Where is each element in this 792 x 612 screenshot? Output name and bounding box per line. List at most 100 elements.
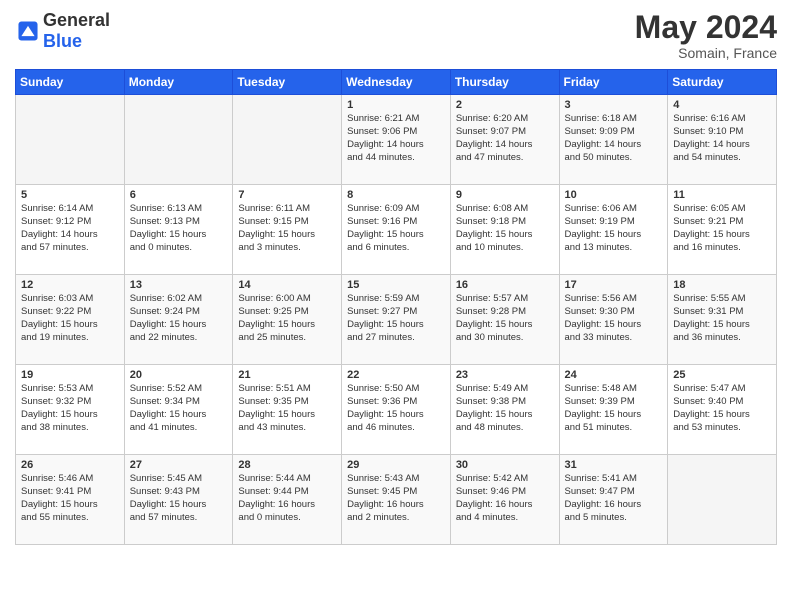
col-header-tuesday: Tuesday — [233, 70, 342, 95]
day-number: 26 — [21, 459, 119, 471]
calendar-cell: 28 Sunrise: 5:44 AM Sunset: 9:44 PM Dayli… — [233, 455, 342, 545]
day-content: Sunrise: 6:06 AM Sunset: 9:19 PM Dayligh… — [565, 203, 663, 254]
day-content: Sunrise: 6:16 AM Sunset: 9:10 PM Dayligh… — [673, 113, 771, 164]
calendar-cell: 1 Sunrise: 6:21 AM Sunset: 9:06 PM Daylig… — [342, 95, 451, 185]
day-number: 13 — [130, 279, 228, 291]
calendar-cell: 14Sunrise: 6:00 AM Sunset: 9:25 PM Dayli… — [233, 275, 342, 365]
calendar-cell: 11 Sunrise: 6:05 AM Sunset: 9:21 PM Dayli… — [668, 185, 777, 275]
day-content: Sunrise: 5:52 AM Sunset: 9:34 PM Dayligh… — [130, 383, 228, 434]
logo-blue: Blue — [43, 31, 110, 52]
day-number: 25 — [673, 369, 771, 381]
col-header-saturday: Saturday — [668, 70, 777, 95]
day-content: Sunrise: 5:48 AM Sunset: 9:39 PM Dayligh… — [565, 383, 663, 434]
day-content: Sunrise: 6:11 AM Sunset: 9:15 PM Dayligh… — [238, 203, 336, 254]
calendar-cell: 6 Sunrise: 6:13 AM Sunset: 9:13 PM Daylig… — [124, 185, 233, 275]
header-row: SundayMondayTuesdayWednesdayThursdayFrid… — [16, 70, 777, 95]
day-number: 9 — [456, 189, 554, 201]
calendar-cell: 25 Sunrise: 5:47 AM Sunset: 9:40 PM Dayli… — [668, 365, 777, 455]
day-number: 29 — [347, 459, 445, 471]
calendar-cell: 12 Sunrise: 6:03 AM Sunset: 9:22 PM Dayli… — [16, 275, 125, 365]
calendar-cell: 19Sunrise: 5:53 AM Sunset: 9:32 PM Dayli… — [16, 365, 125, 455]
day-number: 28 — [238, 459, 336, 471]
day-number: 4 — [673, 99, 771, 111]
day-content: Sunrise: 5:44 AM Sunset: 9:44 PM Dayligh… — [238, 473, 336, 524]
calendar-cell: 30Sunrise: 5:42 AM Sunset: 9:46 PM Dayli… — [450, 455, 559, 545]
day-content: Sunrise: 5:51 AM Sunset: 9:35 PM Dayligh… — [238, 383, 336, 434]
col-header-friday: Friday — [559, 70, 668, 95]
calendar-cell: 21 Sunrise: 5:51 AM Sunset: 9:35 PM Dayli… — [233, 365, 342, 455]
calendar-cell: 24 Sunrise: 5:48 AM Sunset: 9:39 PM Dayli… — [559, 365, 668, 455]
day-content: Sunrise: 5:42 AM Sunset: 9:46 PM Dayligh… — [456, 473, 554, 524]
day-number: 22 — [347, 369, 445, 381]
calendar-cell: 15Sunrise: 5:59 AM Sunset: 9:27 PM Dayli… — [342, 275, 451, 365]
calendar-cell: 20 Sunrise: 5:52 AM Sunset: 9:34 PM Dayli… — [124, 365, 233, 455]
calendar-cell — [668, 455, 777, 545]
day-number: 24 — [565, 369, 663, 381]
day-content: Sunrise: 6:21 AM Sunset: 9:06 PM Dayligh… — [347, 113, 445, 164]
calendar-cell: 27 Sunrise: 5:45 AM Sunset: 9:43 PM Dayli… — [124, 455, 233, 545]
calendar-cell: 31Sunrise: 5:41 AM Sunset: 9:47 PM Dayli… — [559, 455, 668, 545]
calendar-cell: 22 Sunrise: 5:50 AM Sunset: 9:36 PM Dayli… — [342, 365, 451, 455]
calendar-cell: 3Sunrise: 6:18 AM Sunset: 9:09 PM Daylig… — [559, 95, 668, 185]
calendar-cell: 26 Sunrise: 5:46 AM Sunset: 9:41 PM Dayli… — [16, 455, 125, 545]
day-number: 10 — [565, 189, 663, 201]
day-number: 6 — [130, 189, 228, 201]
day-content: Sunrise: 5:45 AM Sunset: 9:43 PM Dayligh… — [130, 473, 228, 524]
logo-icon — [17, 20, 39, 42]
col-header-monday: Monday — [124, 70, 233, 95]
day-number: 17 — [565, 279, 663, 291]
calendar-cell: 13 Sunrise: 6:02 AM Sunset: 9:24 PM Dayli… — [124, 275, 233, 365]
day-content: Sunrise: 5:46 AM Sunset: 9:41 PM Dayligh… — [21, 473, 119, 524]
calendar-cell: 18Sunrise: 5:55 AM Sunset: 9:31 PM Dayli… — [668, 275, 777, 365]
day-number: 5 — [21, 189, 119, 201]
day-content: Sunrise: 6:20 AM Sunset: 9:07 PM Dayligh… — [456, 113, 554, 164]
day-number: 2 — [456, 99, 554, 111]
day-content: Sunrise: 5:43 AM Sunset: 9:45 PM Dayligh… — [347, 473, 445, 524]
col-header-sunday: Sunday — [16, 70, 125, 95]
calendar-cell — [16, 95, 125, 185]
day-content: Sunrise: 5:41 AM Sunset: 9:47 PM Dayligh… — [565, 473, 663, 524]
calendar-cell: 17 Sunrise: 5:56 AM Sunset: 9:30 PM Dayli… — [559, 275, 668, 365]
day-content: Sunrise: 5:59 AM Sunset: 9:27 PM Dayligh… — [347, 293, 445, 344]
calendar-cell: 5 Sunrise: 6:14 AM Sunset: 9:12 PM Daylig… — [16, 185, 125, 275]
day-number: 23 — [456, 369, 554, 381]
day-content: Sunrise: 5:56 AM Sunset: 9:30 PM Dayligh… — [565, 293, 663, 344]
calendar-table: SundayMondayTuesdayWednesdayThursdayFrid… — [15, 69, 777, 545]
header: General Blue May 2024 Somain, France — [15, 10, 777, 61]
calendar-cell: 8Sunrise: 6:09 AM Sunset: 9:16 PM Daylig… — [342, 185, 451, 275]
col-header-wednesday: Wednesday — [342, 70, 451, 95]
calendar-cell — [124, 95, 233, 185]
logo-general: General — [43, 10, 110, 31]
day-content: Sunrise: 6:05 AM Sunset: 9:21 PM Dayligh… — [673, 203, 771, 254]
day-number: 1 — [347, 99, 445, 111]
calendar-cell: 7 Sunrise: 6:11 AM Sunset: 9:15 PM Daylig… — [233, 185, 342, 275]
day-content: Sunrise: 6:09 AM Sunset: 9:16 PM Dayligh… — [347, 203, 445, 254]
day-number: 12 — [21, 279, 119, 291]
day-number: 21 — [238, 369, 336, 381]
day-content: Sunrise: 6:08 AM Sunset: 9:18 PM Dayligh… — [456, 203, 554, 254]
day-number: 7 — [238, 189, 336, 201]
week-row-2: 5 Sunrise: 6:14 AM Sunset: 9:12 PM Daylig… — [16, 185, 777, 275]
week-row-1: 1 Sunrise: 6:21 AM Sunset: 9:06 PM Daylig… — [16, 95, 777, 185]
calendar-cell: 29 Sunrise: 5:43 AM Sunset: 9:45 PM Dayli… — [342, 455, 451, 545]
day-content: Sunrise: 6:13 AM Sunset: 9:13 PM Dayligh… — [130, 203, 228, 254]
day-content: Sunrise: 5:49 AM Sunset: 9:38 PM Dayligh… — [456, 383, 554, 434]
calendar-cell: 2 Sunrise: 6:20 AM Sunset: 9:07 PM Daylig… — [450, 95, 559, 185]
day-content: Sunrise: 6:00 AM Sunset: 9:25 PM Dayligh… — [238, 293, 336, 344]
day-content: Sunrise: 6:03 AM Sunset: 9:22 PM Dayligh… — [21, 293, 119, 344]
day-number: 11 — [673, 189, 771, 201]
day-number: 20 — [130, 369, 228, 381]
week-row-5: 26 Sunrise: 5:46 AM Sunset: 9:41 PM Dayli… — [16, 455, 777, 545]
calendar-cell: 4 Sunrise: 6:16 AM Sunset: 9:10 PM Daylig… — [668, 95, 777, 185]
day-number: 27 — [130, 459, 228, 471]
title-block: May 2024 Somain, France — [635, 10, 777, 61]
week-row-4: 19Sunrise: 5:53 AM Sunset: 9:32 PM Dayli… — [16, 365, 777, 455]
day-content: Sunrise: 5:55 AM Sunset: 9:31 PM Dayligh… — [673, 293, 771, 344]
day-content: Sunrise: 6:02 AM Sunset: 9:24 PM Dayligh… — [130, 293, 228, 344]
day-number: 16 — [456, 279, 554, 291]
day-content: Sunrise: 5:53 AM Sunset: 9:32 PM Dayligh… — [21, 383, 119, 434]
day-number: 3 — [565, 99, 663, 111]
day-content: Sunrise: 5:50 AM Sunset: 9:36 PM Dayligh… — [347, 383, 445, 434]
day-content: Sunrise: 5:47 AM Sunset: 9:40 PM Dayligh… — [673, 383, 771, 434]
day-content: Sunrise: 6:14 AM Sunset: 9:12 PM Dayligh… — [21, 203, 119, 254]
